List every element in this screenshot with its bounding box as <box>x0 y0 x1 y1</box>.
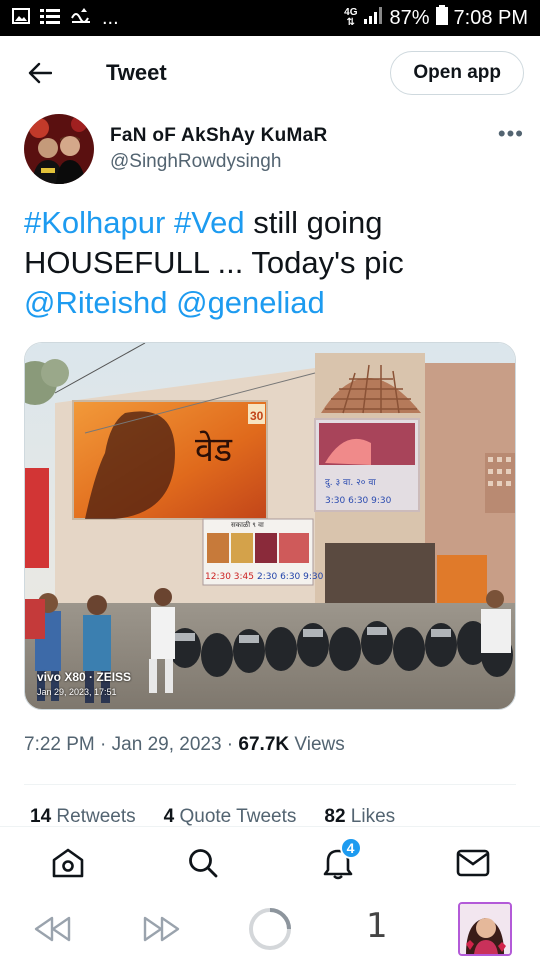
watermark-date: Jan 29, 2023, 17:51 <box>37 687 117 697</box>
quotes-stat[interactable]: 4 Quote Tweets <box>164 806 297 826</box>
tab-count[interactable]: 1 <box>366 906 388 946</box>
poster-date: 30 <box>250 409 264 423</box>
status-right-icons: 4G ⇅ 87% 7:08 PM <box>344 5 528 31</box>
tweet-author: FaN oF AkShAy KuMaR @SinghRowdysingh ••• <box>24 113 524 185</box>
profile-thumbnail[interactable] <box>458 902 512 956</box>
network-arrows-icon: ⇅ <box>346 17 355 28</box>
forward-nav-button[interactable] <box>142 916 180 942</box>
system-navigation: 1 <box>0 898 540 960</box>
more-options-button[interactable]: ••• <box>498 121 524 147</box>
rewind-icon <box>34 916 71 942</box>
status-left-icons: ... <box>12 6 119 30</box>
showtime-board-header: सकाळी ९ वा <box>231 520 264 529</box>
loading-spinner-icon <box>249 908 291 950</box>
retweets-label: Retweets <box>51 806 136 826</box>
likes-stat[interactable]: 82 Likes <box>324 806 395 826</box>
open-app-button[interactable]: Open app <box>390 51 524 95</box>
bottom-navigation: 4 <box>0 826 540 898</box>
watermark-device: vivo X80 · ZEISS <box>37 670 132 684</box>
mail-icon <box>456 849 489 876</box>
side-board-text1: दु. ३ वा. २० वा <box>325 478 376 488</box>
gallery-icon <box>12 7 30 30</box>
back-button[interactable] <box>20 53 60 93</box>
hashtag-kolhapur[interactable]: #Kolhapur <box>24 205 165 240</box>
home-icon <box>52 848 83 877</box>
status-bar: ... 4G ⇅ 87% 7:08 PM <box>0 0 540 36</box>
list-icon <box>40 7 60 30</box>
nav-notifications[interactable]: 4 <box>308 833 368 893</box>
tweet-header: Tweet Open app <box>0 36 540 110</box>
search-icon <box>188 848 217 877</box>
author-names: FaN oF AkShAy KuMaR @SinghRowdysingh <box>110 125 328 173</box>
quotes-count: 4 <box>163 806 175 826</box>
battery-icon <box>435 5 448 31</box>
tweet-text: #Kolhapur #Ved still going HOUSEFULL ...… <box>24 203 520 323</box>
tweet-date[interactable]: Jan 29, 2023 <box>112 734 222 755</box>
meta-separator: · <box>94 734 112 755</box>
tweet-stats: 14 Retweets 4 Quote Tweets 82 Likes <box>30 806 520 826</box>
nav-home[interactable] <box>38 833 98 893</box>
nav-search[interactable] <box>173 833 233 893</box>
network-badge: 4G ⇅ <box>344 8 357 28</box>
tweet-text-part2: HOUSEFULL ... Today's pic <box>24 245 404 280</box>
poster-title: वेड <box>195 430 233 470</box>
tweet-text-part1: still going <box>244 205 383 240</box>
fast-forward-icon <box>143 916 180 942</box>
arrow-left-icon <box>28 62 52 84</box>
tweet-time[interactable]: 7:22 PM <box>24 734 95 755</box>
side-board-text2: 3:30 6:30 9:30 <box>325 496 392 506</box>
hashtag-ved[interactable]: #Ved <box>174 205 245 240</box>
showtime-board-text1: 12:30 3:45 <box>205 572 254 582</box>
quotes-label: Quote Tweets <box>174 806 297 826</box>
status-more: ... <box>102 6 119 29</box>
camera-watermark: vivo X80 · ZEISS Jan 29, 2023, 17:51 <box>37 670 131 697</box>
mention-riteishd[interactable]: @Riteishd <box>24 285 167 320</box>
views-label: Views <box>289 734 345 755</box>
data-transfer-icon <box>70 6 92 30</box>
views-count: 67.7K <box>238 734 290 755</box>
tweet-photo[interactable]: वेड 30 दु. ३ वा. २० वा 3:30 6:30 9:30 सक… <box>24 342 516 710</box>
divider <box>24 784 516 785</box>
battery-percent: 87% <box>389 6 430 29</box>
signal-icon <box>363 6 383 30</box>
likes-count: 82 <box>324 806 346 826</box>
nav-messages[interactable] <box>443 833 503 893</box>
mention-geneliad[interactable]: @geneliad <box>176 285 325 320</box>
loading-button[interactable] <box>248 907 292 951</box>
clock: 7:08 PM <box>453 6 528 29</box>
handle[interactable]: @SinghRowdysingh <box>110 151 328 173</box>
page-title: Tweet <box>106 60 167 85</box>
avatar[interactable] <box>24 114 94 184</box>
tweet-meta: 7:22 PM · Jan 29, 2023 · 67.7K Views <box>24 734 345 756</box>
notification-badge: 4 <box>339 836 362 859</box>
retweets-stat[interactable]: 14 Retweets <box>30 806 136 826</box>
display-name[interactable]: FaN oF AkShAy KuMaR <box>110 125 328 147</box>
cinema-photo-illustration: वेड 30 दु. ३ वा. २० वा 3:30 6:30 9:30 सक… <box>25 343 515 709</box>
likes-label: Likes <box>345 806 396 826</box>
back-nav-button[interactable] <box>34 916 72 942</box>
meta-separator: · <box>221 734 239 755</box>
retweets-count: 14 <box>30 806 52 826</box>
showtime-board-text2: 2:30 6:30 9:30 <box>257 572 324 582</box>
profile-picture <box>460 904 510 954</box>
